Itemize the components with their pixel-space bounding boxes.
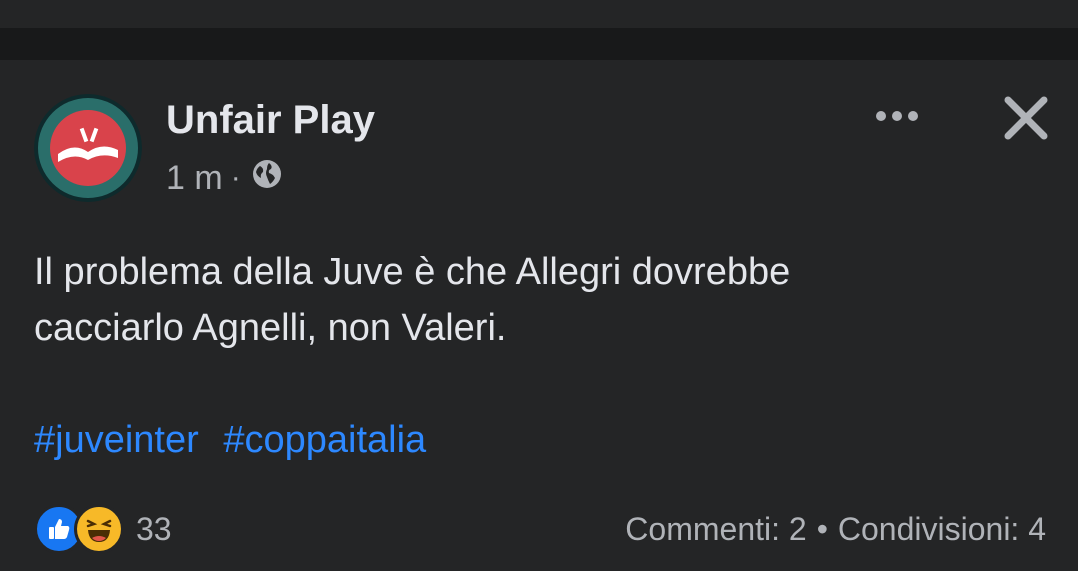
hashtags: #juveinter #coppaitalia [34, 412, 440, 468]
post-text-line: cacciarlo Agnelli, non Valeri. [34, 307, 507, 349]
unfair-play-logo [34, 94, 142, 202]
close-button[interactable] [998, 90, 1054, 146]
reactions-summary[interactable]: 33 [34, 504, 172, 554]
reaction-count: 33 [136, 510, 172, 547]
feed-separator [0, 28, 1078, 60]
post-time[interactable]: 1 m [166, 159, 223, 198]
stats-separator: • [816, 510, 828, 547]
post-stats: Commenti: 2 • Condivisioni: 4 [625, 506, 1046, 552]
comments-count[interactable]: Commenti: 2 [625, 511, 806, 548]
more-options-button[interactable] [866, 96, 928, 136]
haha-icon [74, 504, 124, 554]
post-text: Il problema della Juve è che Allegri dov… [34, 244, 1044, 356]
globe-icon[interactable] [251, 158, 283, 199]
post-card: Unfair Play 1 m · Il problema della Juve… [0, 60, 1078, 571]
author-name[interactable]: Unfair Play [166, 98, 375, 143]
more-icon [876, 111, 918, 121]
close-icon [1004, 96, 1048, 140]
avatar[interactable] [34, 94, 142, 202]
previous-post-edge [0, 0, 1078, 28]
hashtag-link[interactable]: #coppaitalia [223, 419, 426, 461]
meta-separator: · [230, 161, 241, 194]
hashtag-link[interactable]: #juveinter [34, 419, 199, 461]
post-meta: 1 m · [166, 158, 283, 198]
shares-count[interactable]: Condivisioni: 4 [838, 511, 1046, 548]
post-text-line: Il problema della Juve è che Allegri dov… [34, 251, 791, 293]
